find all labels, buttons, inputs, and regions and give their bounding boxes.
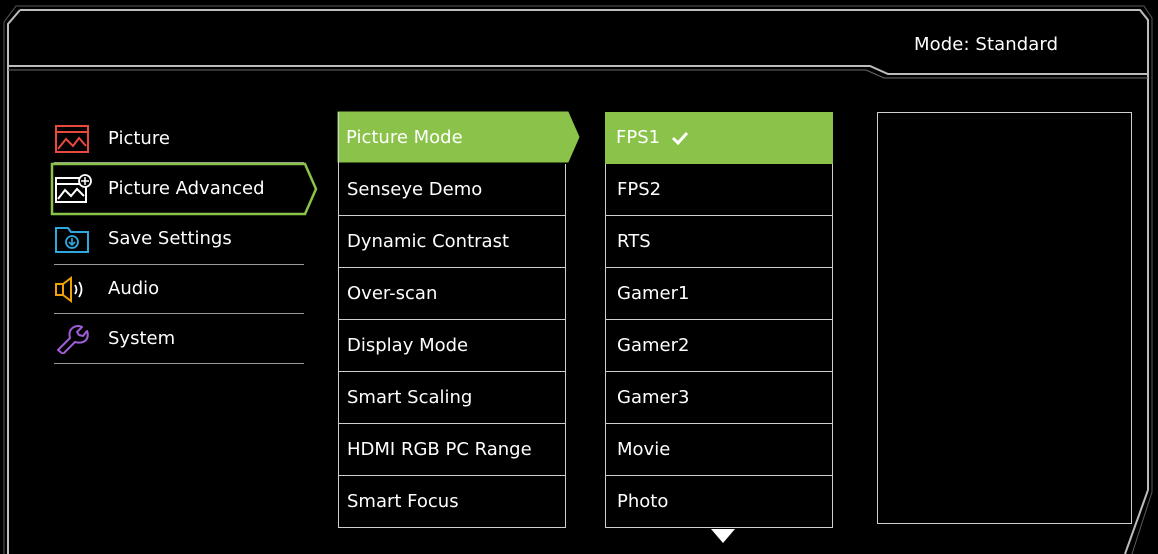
submenu-item-display-mode[interactable]: Display Mode — [338, 320, 566, 372]
option-label: Gamer1 — [617, 283, 690, 304]
mode-indicator: Mode: Standard — [914, 34, 1059, 55]
option-label: Photo — [617, 491, 669, 512]
picture-icon — [55, 125, 89, 153]
category-save-settings[interactable]: Save Settings — [54, 214, 304, 260]
category-label: Audio — [108, 278, 160, 299]
submenu-item-dynamic-contrast[interactable]: Dynamic Contrast — [338, 216, 566, 268]
option-label: FPS2 — [617, 179, 662, 200]
option-label: Gamer3 — [617, 387, 690, 408]
submenu-label: Dynamic Contrast — [347, 231, 510, 252]
category-audio[interactable]: Audio — [54, 264, 304, 310]
preview-panel — [877, 112, 1132, 524]
category-label: System — [108, 328, 176, 349]
submenu-item-over-scan[interactable]: Over-scan — [338, 268, 566, 320]
option-label: RTS — [617, 231, 651, 252]
divider — [54, 363, 304, 364]
picture-advanced-icon — [55, 174, 92, 203]
submenu-label: Smart Focus — [347, 491, 459, 512]
category-label: Save Settings — [108, 228, 232, 249]
submenu-label: Display Mode — [347, 335, 469, 356]
submenu-item-picture-mode[interactable]: Picture Mode — [338, 112, 566, 164]
submenu-label: Senseye Demo — [347, 179, 483, 200]
submenu-label: Smart Scaling — [347, 387, 473, 408]
category-label: Picture Advanced — [108, 178, 265, 199]
option-photo[interactable]: Photo — [605, 476, 833, 528]
option-movie[interactable]: Movie — [605, 424, 833, 476]
category-picture[interactable]: Picture — [54, 114, 304, 160]
option-gamer2[interactable]: Gamer2 — [605, 320, 833, 372]
save-settings-icon — [55, 227, 89, 253]
option-rts[interactable]: RTS — [605, 216, 833, 268]
category-picture-advanced[interactable]: Picture Advanced — [54, 164, 304, 210]
option-label: FPS1 — [616, 127, 661, 148]
option-gamer3[interactable]: Gamer3 — [605, 372, 833, 424]
submenu-item-hdmi-rgb-pc-range[interactable]: HDMI RGB PC Range — [338, 424, 566, 476]
checkmark-icon — [671, 131, 689, 145]
audio-icon — [55, 276, 83, 303]
option-label: Movie — [617, 439, 671, 460]
option-label: Gamer2 — [617, 335, 690, 356]
category-system[interactable]: System — [54, 314, 304, 360]
system-wrench-icon — [57, 325, 89, 354]
submenu-item-senseye-demo[interactable]: Senseye Demo — [338, 164, 566, 216]
category-label: Picture — [108, 128, 170, 149]
submenu-label: Over-scan — [347, 283, 438, 304]
option-gamer1[interactable]: Gamer1 — [605, 268, 833, 320]
submenu-border — [338, 112, 339, 164]
submenu-label: HDMI RGB PC Range — [347, 439, 532, 460]
option-fps1[interactable]: FPS1 — [605, 112, 833, 164]
submenu-item-smart-scaling[interactable]: Smart Scaling — [338, 372, 566, 424]
submenu-item-smart-focus[interactable]: Smart Focus — [338, 476, 566, 528]
down-triangle-icon[interactable] — [710, 528, 736, 544]
option-fps2[interactable]: FPS2 — [605, 164, 833, 216]
submenu-label: Picture Mode — [346, 127, 463, 148]
